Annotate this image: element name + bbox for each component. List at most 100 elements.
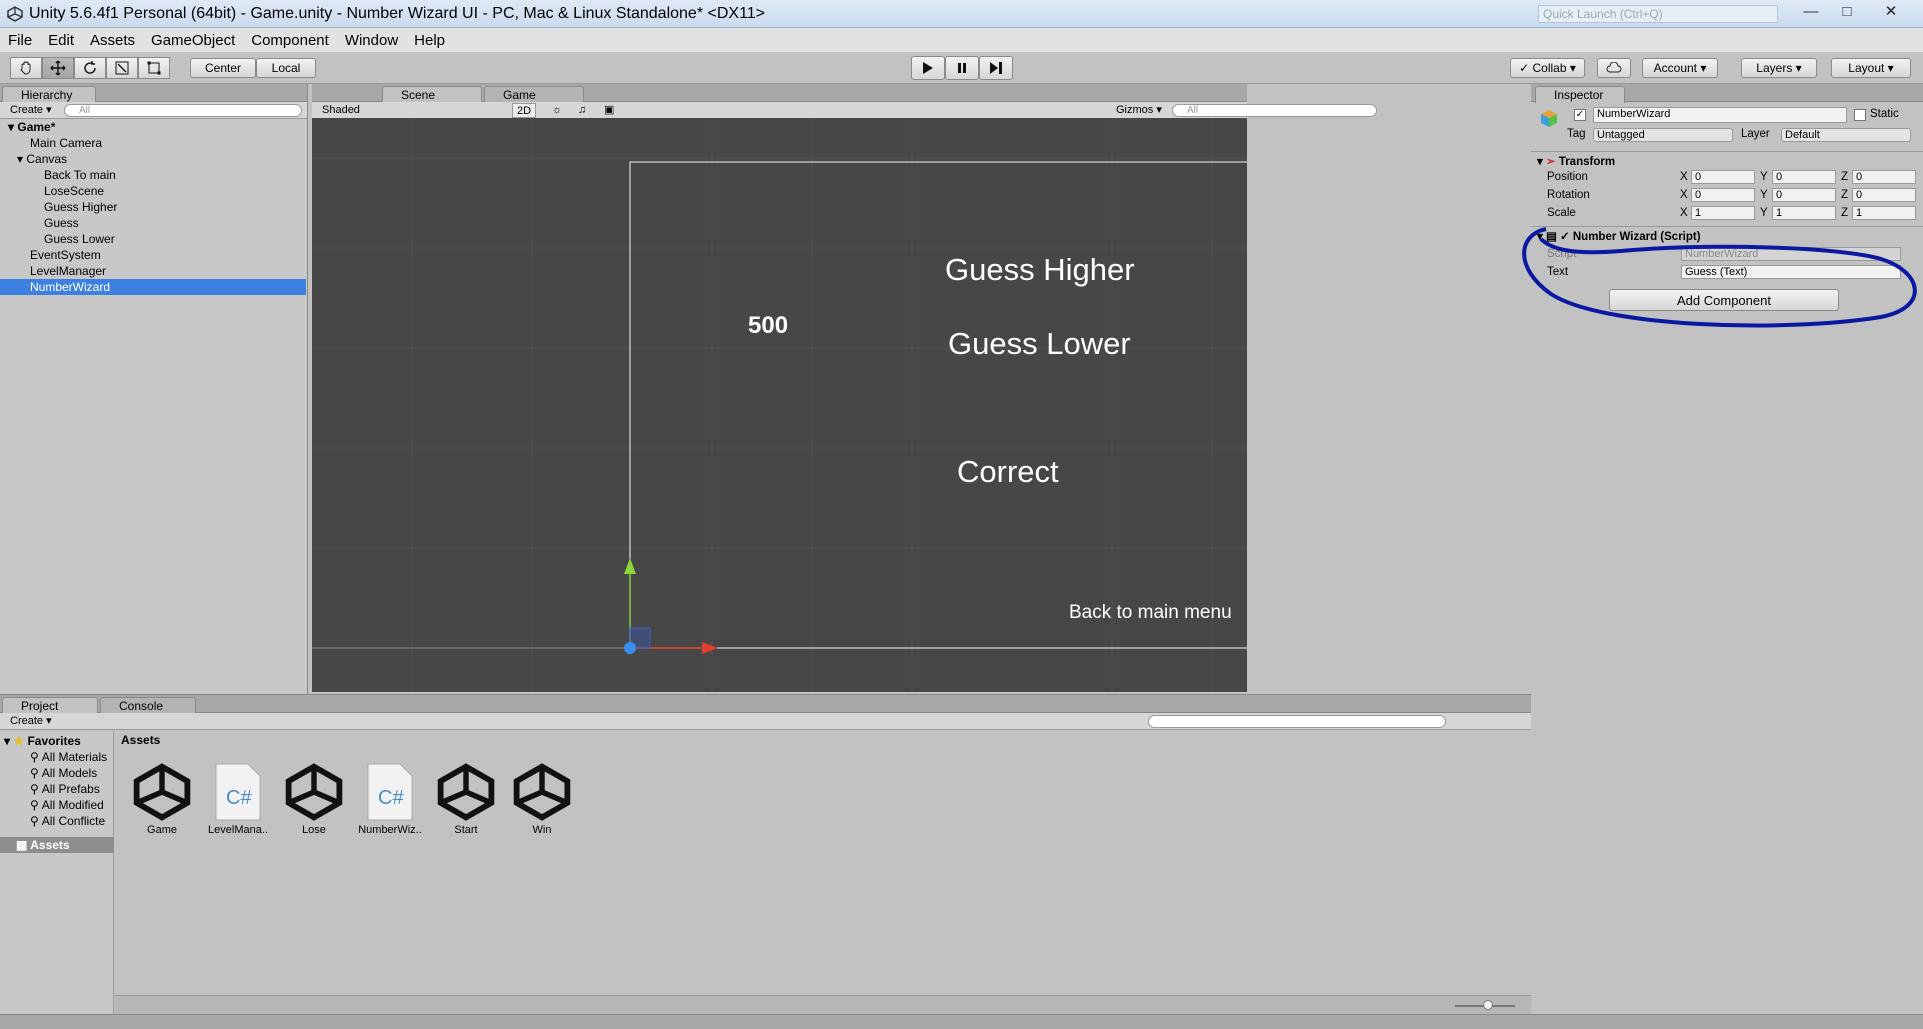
quick-launch-input[interactable]: Quick Launch (Ctrl+Q) (1538, 5, 1778, 23)
hierarchy-item-main-camera[interactable]: Main Camera (0, 135, 306, 151)
tab-scene[interactable]: Scene (382, 86, 482, 103)
play-button[interactable] (911, 56, 945, 80)
effects-icon[interactable]: ▣ (600, 103, 618, 118)
asset-win[interactable]: Win (510, 760, 574, 836)
favorite-label: All Models (41, 766, 98, 780)
move-tool-icon[interactable] (42, 57, 74, 79)
collab-dropdown[interactable]: ✓ Collab ▾ (1510, 58, 1585, 78)
project-search-input[interactable] (1148, 715, 1446, 728)
cloud-icon[interactable] (1597, 58, 1631, 78)
hierarchy-item-guess[interactable]: Guess (0, 215, 306, 231)
maximize-button[interactable]: □ (1829, 0, 1865, 22)
rect-tool-icon[interactable] (138, 57, 170, 79)
layout-label: Layout (1848, 61, 1885, 75)
y-axis-arrow (624, 558, 636, 574)
asset-levelmanager[interactable]: C# LevelMana.. (206, 760, 270, 836)
tab-console[interactable]: Console (100, 697, 196, 714)
hierarchy-item-guess-lower[interactable]: Guess Lower (0, 231, 306, 247)
search-icon: ⚲ (30, 766, 39, 780)
minimize-button[interactable]: — (1793, 0, 1829, 22)
favorites-header[interactable]: ▾ ★ Favorites (4, 734, 81, 748)
layers-label: Layers (1756, 61, 1793, 75)
asset-game[interactable]: Game (130, 760, 194, 836)
rotate-tool-icon[interactable] (74, 57, 106, 79)
gizmos-dropdown[interactable]: Gizmos ▾ (1112, 103, 1166, 118)
pivot-center-button[interactable]: Center (190, 58, 256, 78)
favorite-all-conflicted[interactable]: ⚲ All Conflicte (30, 814, 105, 828)
unity-logo-icon (6, 5, 24, 23)
hierarchy-item-losescene[interactable]: LoseScene (0, 183, 306, 199)
scene-text-number: 500 (748, 312, 789, 339)
project-panel: Project Console Create ▾ ▾ ★ Favorites ⚲… (0, 694, 1531, 1015)
shading-dropdown[interactable]: Shaded (318, 103, 438, 118)
hierarchy-search-input[interactable]: All (64, 104, 302, 117)
title-bar: Unity 5.6.4f1 Personal (64bit) - Game.un… (0, 0, 1923, 28)
scene-search-input[interactable]: All (1172, 104, 1377, 117)
hierarchy-item-back-to-main[interactable]: Back To main (0, 167, 306, 183)
position-y-field[interactable]: 0 (1772, 170, 1836, 184)
favorite-all-modified[interactable]: ⚲ All Modified (30, 798, 104, 812)
static-checkbox[interactable] (1854, 109, 1866, 121)
transform-header[interactable]: ▾ ➢ Transform (1537, 154, 1615, 168)
rotation-y-field[interactable]: 0 (1772, 188, 1836, 202)
pause-button[interactable] (945, 56, 979, 80)
active-checkbox[interactable]: ✓ (1574, 109, 1586, 121)
position-x-field[interactable]: 0 (1691, 170, 1755, 184)
menu-help[interactable]: Help (406, 32, 453, 49)
menu-gameobject[interactable]: GameObject (143, 32, 243, 49)
hierarchy-item-canvas[interactable]: ▾ Canvas (0, 151, 306, 167)
menu-file[interactable]: File (0, 32, 40, 49)
menu-edit[interactable]: Edit (40, 32, 82, 49)
tab-hierarchy[interactable]: Hierarchy (2, 86, 96, 103)
object-name-field[interactable]: NumberWizard (1593, 107, 1847, 123)
close-button[interactable]: ✕ (1865, 0, 1917, 22)
layout-dropdown[interactable]: Layout ▾ (1831, 58, 1911, 78)
position-label: Position (1547, 171, 1588, 183)
scene-root-row[interactable]: ▾ Game* (0, 119, 306, 135)
layers-dropdown[interactable]: Layers ▾ (1741, 58, 1817, 78)
asset-label: LevelMana.. (208, 824, 268, 836)
search-icon: ⚲ (30, 814, 39, 828)
menu-component[interactable]: Component (243, 32, 337, 49)
svg-text:C#: C# (378, 787, 404, 809)
annotation-circle (1522, 227, 1917, 328)
favorite-all-models[interactable]: ⚲ All Models (30, 766, 97, 780)
layer-dropdown[interactable]: Default (1781, 128, 1911, 142)
breadcrumb[interactable]: Assets (115, 731, 1531, 749)
tag-value: Untagged (1597, 129, 1645, 141)
project-create-button[interactable]: Create ▾ (6, 714, 56, 729)
slider-thumb[interactable] (1483, 1000, 1493, 1010)
hierarchy-create-button[interactable]: Create ▾ (6, 103, 56, 118)
favorite-all-materials[interactable]: ⚲ All Materials (30, 750, 107, 764)
2d-toggle[interactable]: 2D (512, 103, 537, 118)
hierarchy-item-levelmanager[interactable]: LevelManager (0, 263, 306, 279)
step-button[interactable] (979, 56, 1013, 80)
scene-viewport[interactable]: Guess Higher 500 Guess Lower Correct Bac… (312, 118, 1247, 692)
tab-inspector[interactable]: Inspector (1535, 86, 1625, 103)
position-z-field[interactable]: 0 (1852, 170, 1916, 184)
asset-start[interactable]: Start (434, 760, 498, 836)
account-dropdown[interactable]: Account ▾ (1642, 58, 1718, 78)
hierarchy-item-guess-higher[interactable]: Guess Higher (0, 199, 306, 215)
account-label: Account (1653, 61, 1697, 75)
rotation-x-field[interactable]: 0 (1691, 188, 1755, 202)
rotation-z-field[interactable]: 0 (1852, 188, 1916, 202)
hierarchy-item-numberwizard[interactable]: NumberWizard (0, 279, 306, 295)
tab-project[interactable]: Project (2, 697, 98, 714)
assets-folder-item[interactable]: ▩ Assets (0, 837, 114, 853)
hierarchy-item-eventsystem[interactable]: EventSystem (0, 247, 306, 263)
asset-lose[interactable]: Lose (282, 760, 346, 836)
scale-tool-icon[interactable] (106, 57, 138, 79)
tab-game[interactable]: Game (484, 86, 584, 103)
project-footer (115, 995, 1531, 1015)
tag-dropdown[interactable]: Untagged (1593, 128, 1733, 142)
menu-assets[interactable]: Assets (82, 32, 143, 49)
favorite-all-prefabs[interactable]: ⚲ All Prefabs (30, 782, 100, 796)
menu-window[interactable]: Window (337, 32, 406, 49)
asset-numberwizard[interactable]: C# NumberWiz.. (358, 760, 422, 836)
lighting-icon[interactable]: ☼ (548, 103, 566, 118)
audio-icon[interactable]: ♫ (574, 103, 590, 118)
console-tab-label: Console (119, 699, 164, 713)
hand-tool-icon[interactable] (10, 57, 42, 79)
pivot-local-button[interactable]: Local (256, 58, 316, 78)
